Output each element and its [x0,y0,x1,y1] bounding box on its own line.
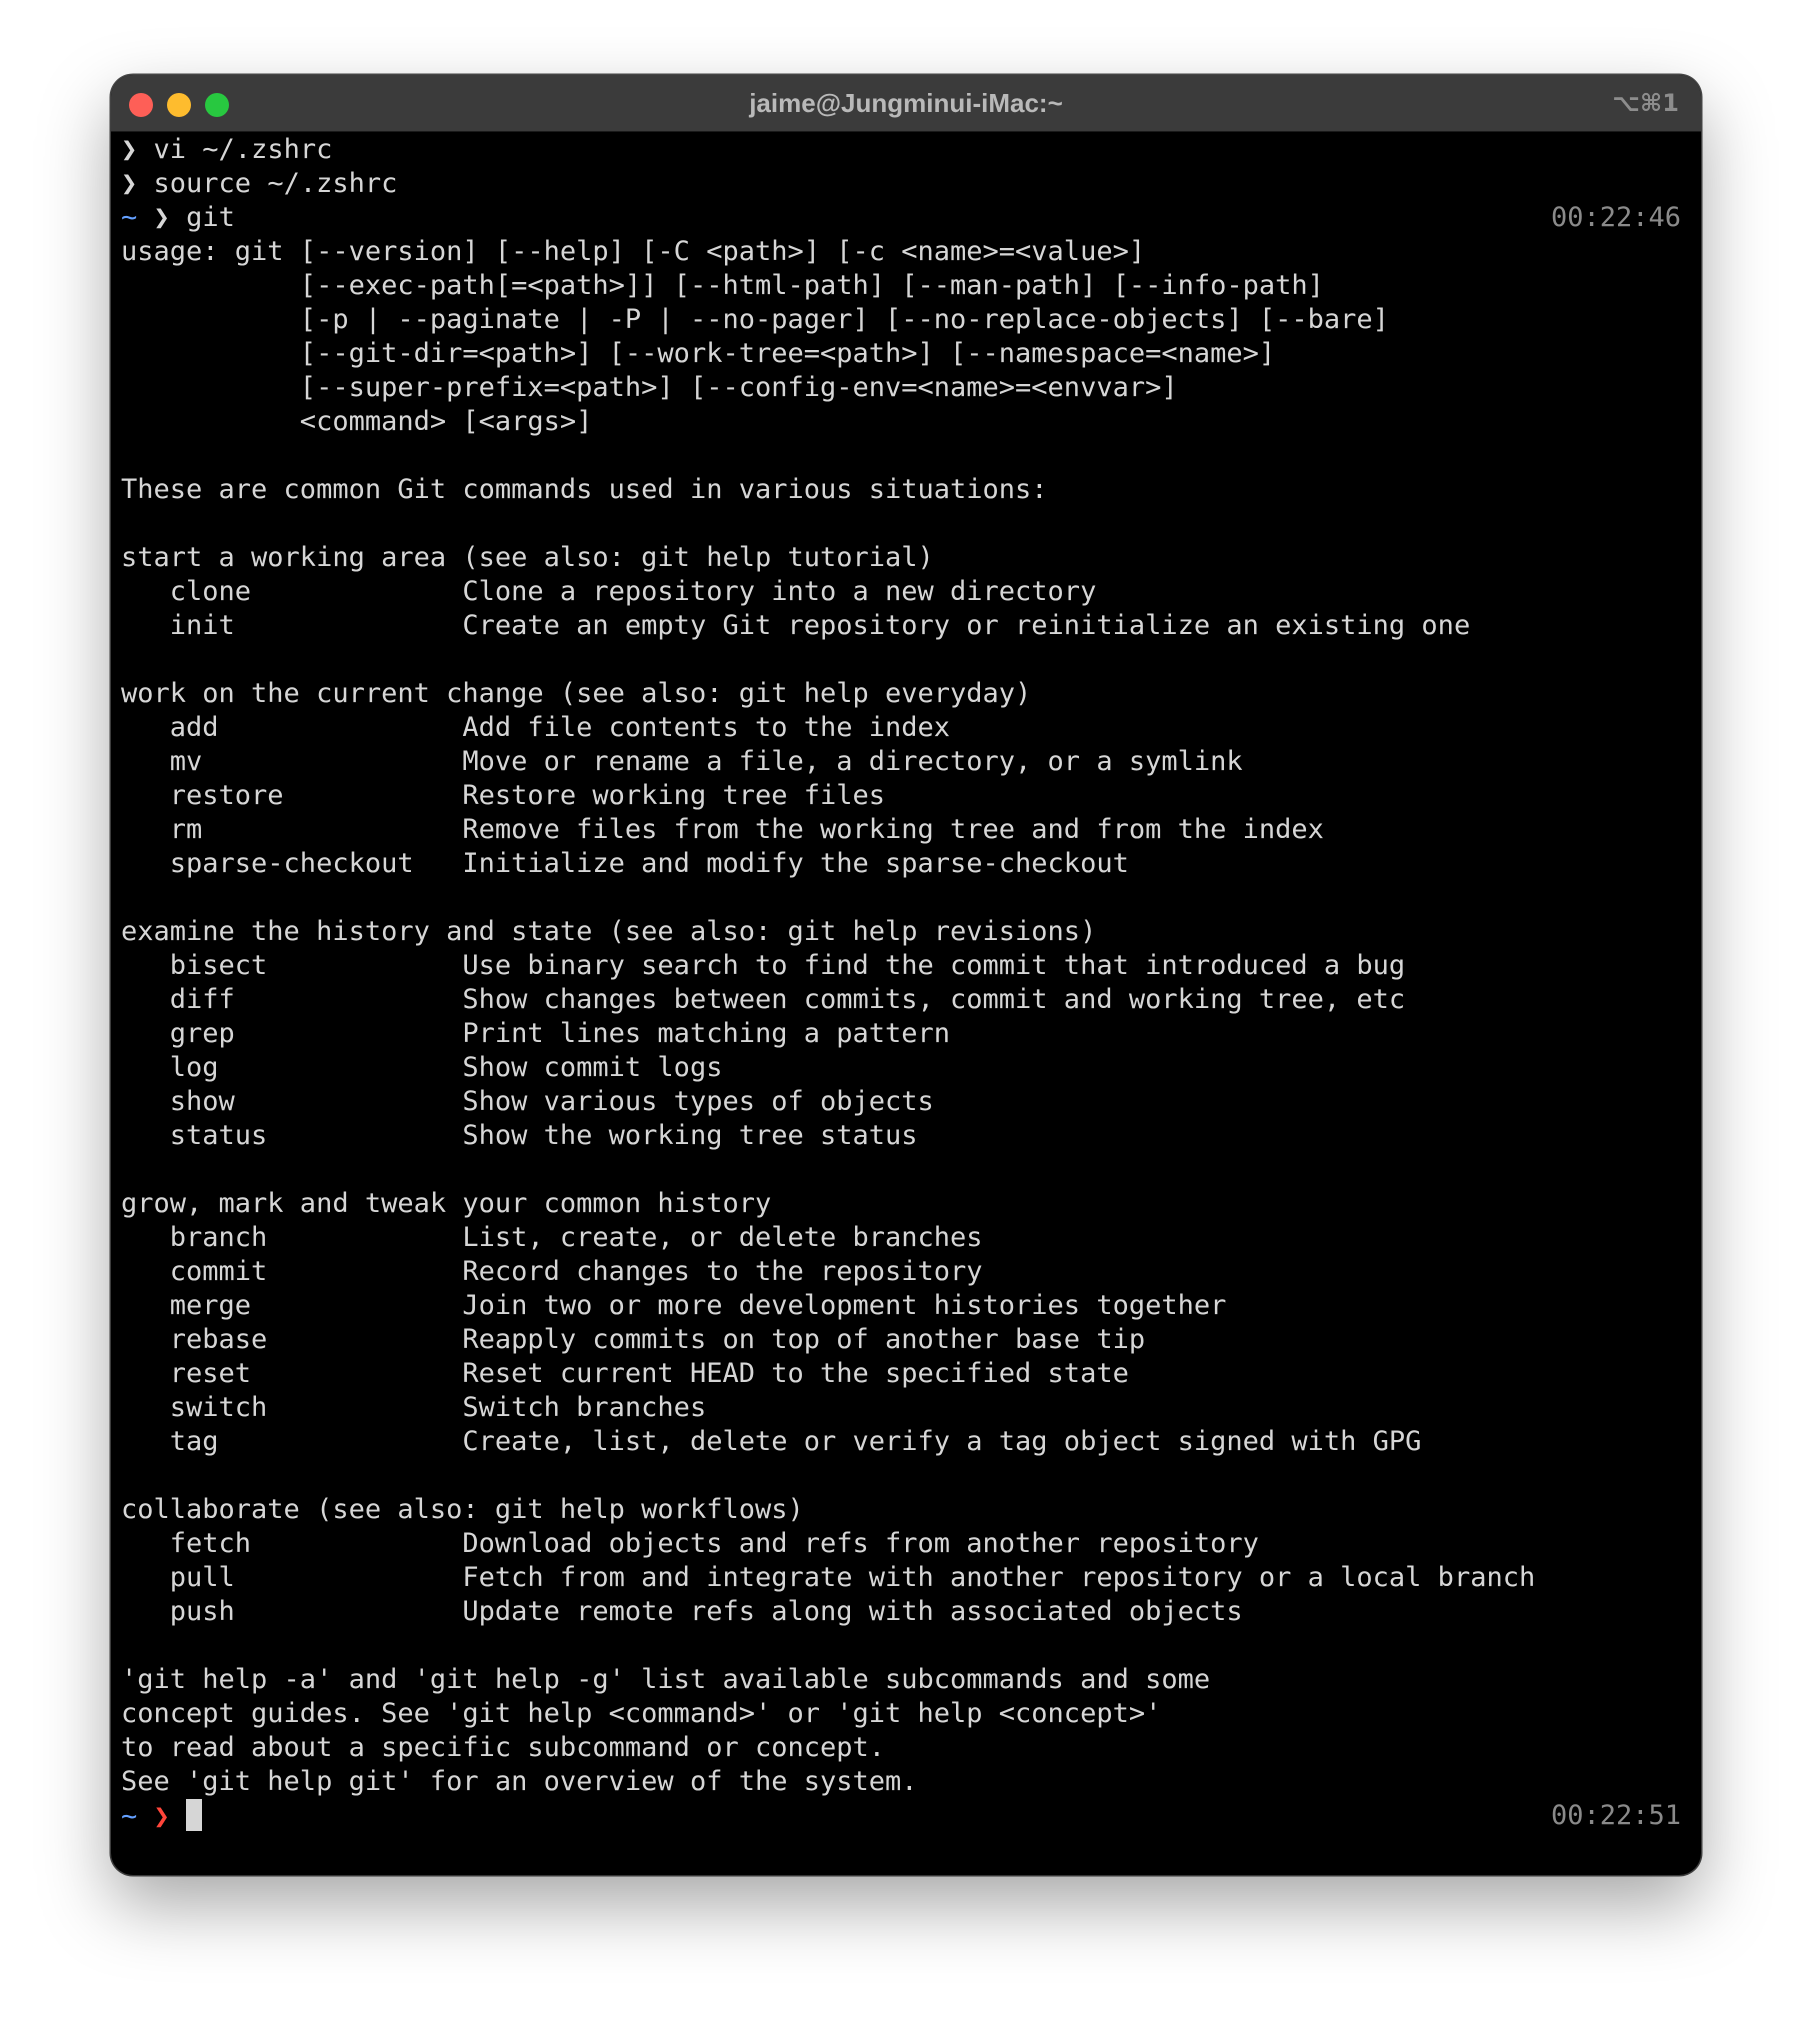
command-timestamp: 00:22:46 [1550,202,1681,233]
output-line: switch Switch branches [121,1392,707,1423]
output-line: These are common Git commands used in va… [121,474,1048,505]
text-cursor [186,1799,203,1831]
output-line: show Show various types of objects [121,1086,934,1117]
output-line: commit Record changes to the repository [121,1256,983,1287]
output-line: usage: git [--version] [--help] [-C <pat… [121,236,1146,267]
output-line: examine the history and state (see also:… [121,916,1097,947]
window-title: jaime@Jungminui-iMac:~ [749,88,1063,118]
output-line: init Create an empty Git repository or r… [121,610,1471,641]
output-line: to read about a specific subcommand or c… [121,1732,886,1763]
output-line: status Show the working tree status [121,1120,918,1151]
output-line: rebase Reapply commits on top of another… [121,1324,1146,1355]
output-line: merge Join two or more development histo… [121,1290,1227,1321]
output-line: clone Clone a repository into a new dire… [121,576,1097,607]
home-dir-indicator: ~ [121,1801,138,1832]
output-line: <command> [<args>] [121,406,593,437]
history-line: ❯ source ~/.zshrc [121,167,1681,201]
output-line: bisect Use binary search to find the com… [121,950,1406,981]
output-line: rm Remove files from the working tree an… [121,814,1324,845]
command-text: git [186,202,235,233]
title-bar[interactable]: jaime@Jungminui-iMac:~ ⌥⌘1 [111,75,1701,132]
prompt-arrow-icon: ❯ [121,134,138,165]
command-output: usage: git [--version] [--help] [-C <pat… [121,235,1681,1799]
output-line: sparse-checkout Initialize and modify th… [121,848,1129,879]
output-line: branch List, create, or delete branches [121,1222,983,1253]
history-line: ❯ vi ~/.zshrc [121,133,1681,167]
history-command: source ~/.zshrc [153,168,398,199]
output-line: log Show commit logs [121,1052,723,1083]
terminal-window: jaime@Jungminui-iMac:~ ⌥⌘1 ❯ vi ~/.zshrc… [111,75,1701,1875]
home-dir-indicator: ~ [121,202,138,233]
history-command: vi ~/.zshrc [153,134,333,165]
output-line: start a working area (see also: git help… [121,542,934,573]
output-line: grep Print lines matching a pattern [121,1018,951,1049]
output-line: fetch Download objects and refs from ano… [121,1528,1259,1559]
prompt-arrow-icon: ❯ [121,168,138,199]
output-line: pull Fetch from and integrate with anoth… [121,1562,1536,1593]
output-line: diff Show changes between commits, commi… [121,984,1406,1015]
prompt-arrow-icon: ❯ [153,1801,170,1832]
output-line: mv Move or rename a file, a directory, o… [121,746,1243,777]
output-line: [--exec-path[=<path>]] [--html-path] [--… [121,270,1324,301]
output-line: push Update remote refs along with assoc… [121,1596,1243,1627]
output-line: grow, mark and tweak your common history [121,1188,772,1219]
terminal-content[interactable]: ❯ vi ~/.zshrc ❯ source ~/.zshrc ~ ❯ git 0… [121,133,1681,1833]
output-line: concept guides. See 'git help <command>'… [121,1698,1162,1729]
output-line: work on the current change (see also: gi… [121,678,1032,709]
output-line: 'git help -a' and 'git help -g' list ava… [121,1664,1211,1695]
active-prompt-line[interactable]: ~ ❯ 00:22:51 [121,1799,1681,1833]
output-line: [--git-dir=<path>] [--work-tree=<path>] … [121,338,1276,369]
output-line: [--super-prefix=<path>] [--config-env=<n… [121,372,1178,403]
prompt-arrow-icon: ❯ [153,202,170,233]
output-line: See 'git help git' for an overview of th… [121,1766,918,1797]
output-line: tag Create, list, delete or verify a tag… [121,1426,1422,1457]
output-line: reset Reset current HEAD to the specifie… [121,1358,1129,1389]
prompt-timestamp: 00:22:51 [1550,1800,1681,1831]
command-line: ~ ❯ git 00:22:46 [121,201,1681,235]
output-line: [-p | --paginate | -P | --no-pager] [--n… [121,304,1389,335]
tab-shortcut-label: ⌥⌘1 [1612,89,1679,117]
output-line: add Add file contents to the index [121,712,951,743]
output-line: collaborate (see also: git help workflow… [121,1494,804,1525]
output-line: restore Restore working tree files [121,780,886,811]
